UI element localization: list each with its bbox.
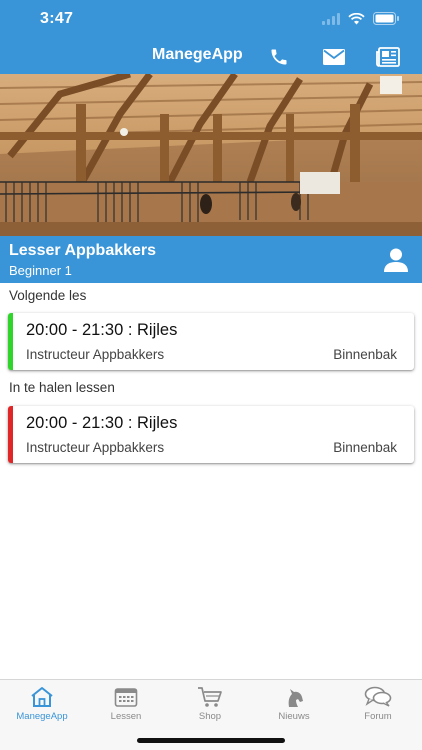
- lesson-location: Binnenbak: [333, 347, 397, 362]
- system-indicators: [322, 12, 400, 25]
- rider-profile-header: Lesser Appbakkers Beginner 1: [0, 236, 422, 283]
- tab-manegeapp[interactable]: ManegeApp: [0, 686, 84, 726]
- wifi-icon: [348, 12, 365, 24]
- phone-icon[interactable]: [266, 45, 292, 69]
- makeup-lesson-card[interactable]: 20:00 - 21:30 : Rijles Instructeur Appba…: [8, 406, 414, 463]
- status-time: 3:47: [40, 10, 74, 27]
- tab-nieuws[interactable]: Nieuws: [252, 686, 336, 726]
- status-bar: 3:47: [0, 0, 422, 40]
- app-title: ManegeApp: [152, 46, 243, 63]
- user-icon[interactable]: [382, 246, 410, 274]
- tab-label: Lessen: [110, 711, 142, 722]
- home-icon: [31, 687, 53, 707]
- lesson-location: Binnenbak: [333, 440, 397, 455]
- lesson-status-bar: [8, 406, 13, 463]
- lesson-instructor: Instructeur Appbakkers: [26, 347, 165, 362]
- tab-label: Nieuws: [278, 711, 310, 722]
- mail-icon[interactable]: [321, 45, 347, 69]
- signal-icon: [322, 12, 340, 25]
- calendar-icon: [114, 688, 138, 707]
- newspaper-icon[interactable]: [375, 45, 401, 69]
- lesson-status-bar: [8, 313, 13, 370]
- makeup-lessons-heading: In te halen lessen: [9, 380, 115, 395]
- tab-lessen[interactable]: Lessen: [84, 686, 168, 726]
- chat-bubbles-icon: [364, 686, 392, 707]
- tab-label: Shop: [198, 711, 222, 722]
- next-lesson-card[interactable]: 20:00 - 21:30 : Rijles Instructeur Appba…: [8, 313, 414, 370]
- lesson-title: 20:00 - 21:30 : Rijles: [26, 414, 178, 432]
- lesson-title: 20:00 - 21:30 : Rijles: [26, 321, 178, 339]
- cart-icon: [198, 687, 222, 707]
- rider-level: Beginner 1: [9, 263, 72, 278]
- rider-name: Lesser Appbakkers: [9, 242, 157, 259]
- tab-shop[interactable]: Shop: [168, 686, 252, 726]
- app-header: ManegeApp: [0, 40, 422, 74]
- home-indicator: [137, 738, 285, 743]
- horse-icon: [288, 689, 303, 707]
- tab-label: ManegeApp: [16, 711, 68, 722]
- tab-label: Forum: [364, 711, 392, 722]
- battery-icon: [373, 12, 399, 25]
- lesson-instructor: Instructeur Appbakkers: [26, 440, 165, 455]
- tab-forum[interactable]: Forum: [336, 686, 420, 726]
- arena-hero-image: [0, 74, 422, 236]
- next-lesson-heading: Volgende les: [9, 288, 87, 303]
